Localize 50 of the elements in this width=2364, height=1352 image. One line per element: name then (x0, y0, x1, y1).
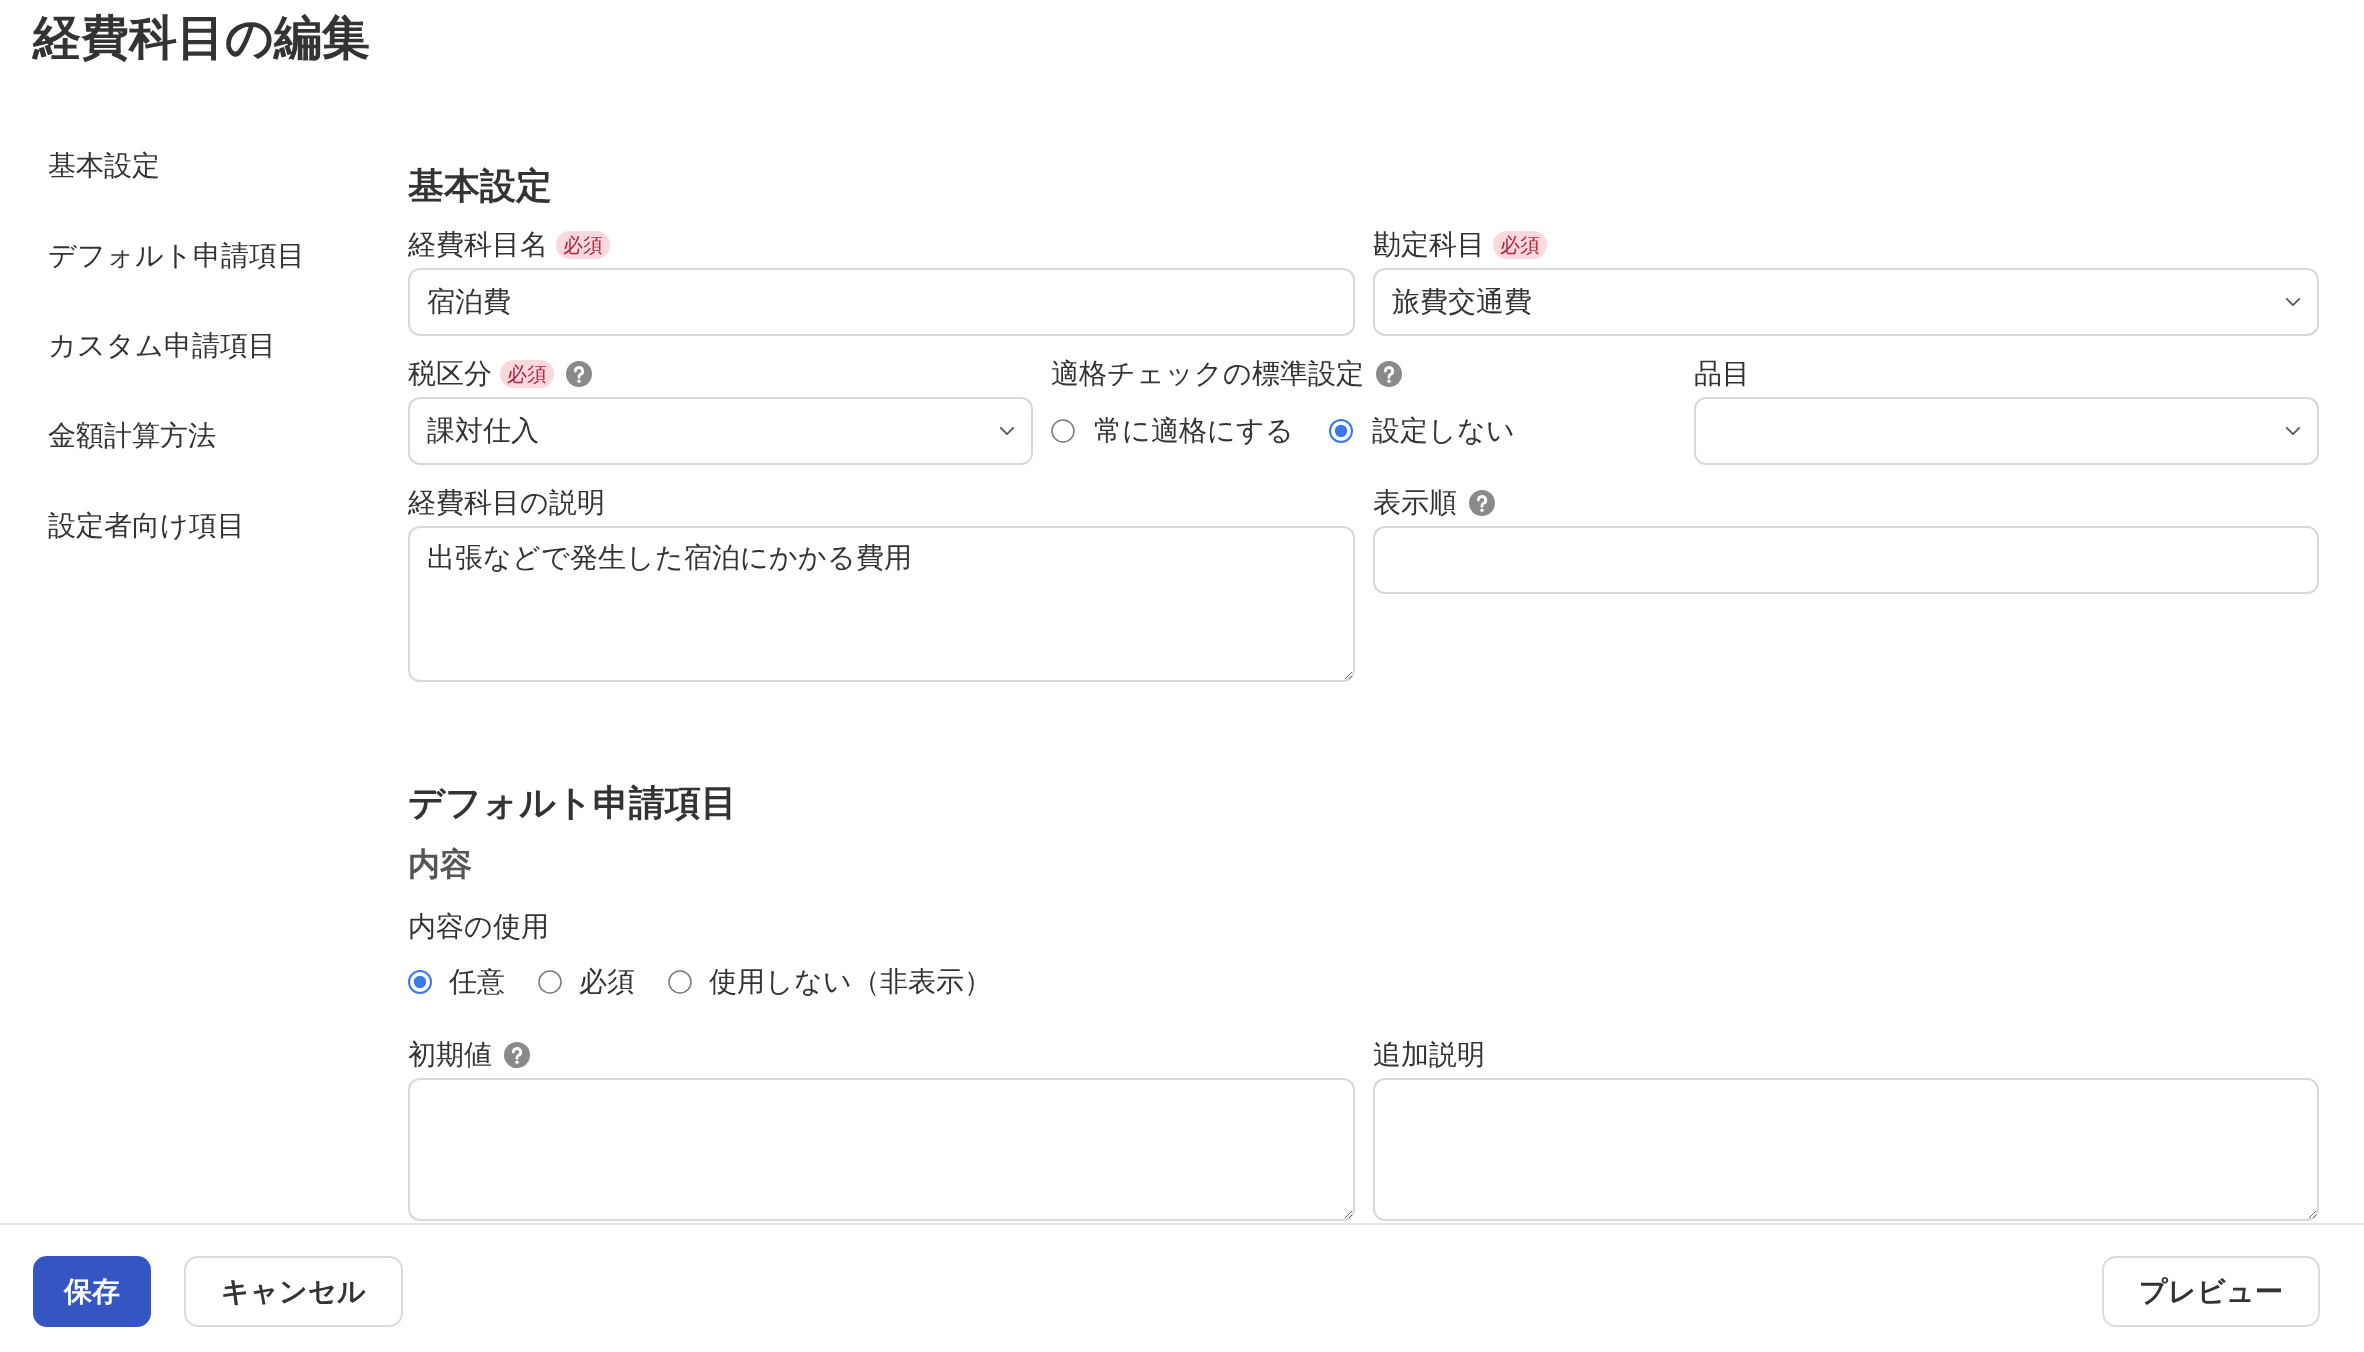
help-icon[interactable] (566, 361, 592, 387)
required-badge: 必須 (556, 231, 610, 259)
required-badge: 必須 (500, 360, 554, 388)
select-field[interactable] (1694, 397, 2319, 465)
radio-button[interactable] (538, 970, 562, 994)
field-label: 表示順 (1372, 485, 1457, 521)
select-field[interactable]: 課対仕入 (408, 397, 1033, 465)
radio-label[interactable]: 必須 (579, 964, 635, 1000)
subsection-heading: 内容 (408, 844, 472, 884)
radio-button[interactable] (408, 970, 432, 994)
cancel-button[interactable]: キャンセル (184, 1256, 403, 1327)
radio-label[interactable]: 設定しない (1372, 413, 1515, 449)
field-label: 初期値 (408, 1037, 492, 1073)
textarea-field[interactable] (1372, 1078, 2319, 1221)
radio-label[interactable]: 常に適格にする (1094, 413, 1294, 449)
sidebar-link[interactable]: 金額計算方法 (48, 418, 216, 454)
field-label: 適格チェックの標準設定 (1051, 356, 1364, 392)
required-badge: 必須 (1492, 231, 1547, 259)
page-title: 経費科目の編集 (33, 8, 370, 65)
save-button[interactable]: 保存 (33, 1256, 151, 1327)
sidebar-link[interactable]: カスタム申請項目 (48, 328, 276, 364)
help-icon[interactable] (504, 1042, 530, 1068)
radio-button[interactable] (1329, 419, 1353, 443)
field-label: 勘定科目 (1372, 227, 1485, 263)
preview-button[interactable]: プレビュー (2102, 1256, 2320, 1327)
textarea-field[interactable]: 出張などで発生した宿泊にかかる費用 (408, 526, 1355, 682)
chevron-down-icon (999, 426, 1015, 436)
section-heading: 基本設定 (408, 164, 552, 208)
section-heading: デフォルト申請項目 (408, 781, 737, 825)
chevron-down-icon (2285, 426, 2301, 436)
textarea-field[interactable] (408, 1078, 1355, 1221)
sidebar-link[interactable]: デフォルト申請項目 (48, 238, 305, 274)
field-label: 追加説明 (1372, 1037, 1485, 1073)
sidebar-link[interactable]: 基本設定 (48, 148, 160, 184)
help-icon[interactable] (1468, 490, 1495, 516)
radio-label[interactable]: 使用しない（非表示） (709, 964, 992, 1000)
radio-button[interactable] (1051, 419, 1075, 443)
text-input[interactable]: 宿泊費 (408, 268, 1355, 336)
chevron-down-icon (2285, 297, 2301, 307)
field-label: 税区分 (408, 356, 492, 392)
radio-label[interactable]: 任意 (449, 964, 505, 1000)
field-label: 内容の使用 (408, 909, 549, 945)
field-label: 品目 (1694, 356, 1750, 392)
select-field[interactable]: 旅費交通費 (1372, 268, 2319, 336)
help-icon[interactable] (1376, 361, 1402, 387)
field-label: 経費科目の説明 (408, 485, 605, 521)
sidebar-link[interactable]: 設定者向け項目 (48, 508, 245, 544)
radio-button[interactable] (668, 970, 692, 994)
text-input[interactable] (1372, 526, 2319, 594)
field-label: 経費科目名 (408, 227, 548, 263)
